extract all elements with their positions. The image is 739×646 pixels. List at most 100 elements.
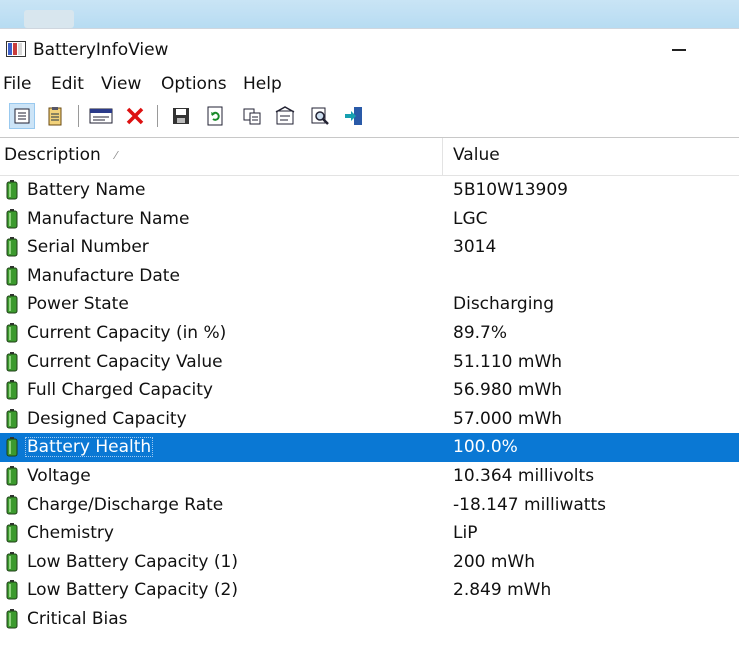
save-icon	[173, 108, 189, 124]
list-header: Description ⁄ Value	[0, 138, 739, 176]
battery-icon	[6, 265, 18, 286]
list-row[interactable]: Critical Bias	[0, 605, 739, 634]
battery-icon	[6, 208, 18, 229]
toolbar	[0, 99, 739, 138]
properties-icon	[275, 106, 295, 125]
save-button[interactable]	[168, 103, 194, 129]
clipboard-view-button[interactable]	[42, 103, 68, 129]
minimize-button[interactable]	[672, 49, 686, 51]
column-header-description[interactable]: Description	[4, 145, 101, 165]
find-icon	[311, 107, 329, 125]
row-description: Low Battery Capacity (1)	[27, 551, 238, 572]
html-report-icon	[89, 108, 113, 124]
battery-app-icon	[6, 41, 26, 57]
battery-icon	[6, 294, 18, 314]
row-value: Discharging	[453, 294, 554, 315]
list-row[interactable]: Voltage 10.364 millivolts	[0, 462, 739, 491]
toolbar-separator	[157, 105, 158, 127]
sort-indicator-icon: ⁄	[115, 149, 117, 162]
row-description: Critical Bias	[27, 608, 128, 629]
menu-file[interactable]: File	[3, 74, 31, 94]
battery-icon	[6, 465, 18, 486]
row-description: Power State	[27, 294, 129, 315]
menu-edit[interactable]: Edit	[51, 74, 84, 94]
list-row[interactable]: Serial Number 3014	[0, 233, 739, 262]
row-description: Battery Health	[25, 437, 154, 458]
row-value: 57.000 mWh	[453, 408, 563, 429]
row-value: 2.849 mWh	[453, 580, 552, 601]
properties-view-icon	[14, 108, 30, 124]
row-value: 89.7%	[453, 322, 508, 343]
list-row[interactable]: Battery Name 5B10W13909	[0, 176, 739, 205]
list-row[interactable]: Full Charged Capacity 56.980 mWh	[0, 376, 739, 405]
html-report-button[interactable]	[88, 103, 114, 129]
row-description: Manufacture Name	[27, 208, 190, 229]
row-description: Manufacture Date	[27, 265, 180, 286]
list-row[interactable]: Chemistry LiP	[0, 519, 739, 548]
list-row[interactable]: Current Capacity (in %) 89.7%	[0, 319, 739, 348]
exit-icon	[345, 107, 362, 125]
toolbar-separator	[78, 105, 79, 127]
list-row[interactable]: Power State Discharging	[0, 290, 739, 319]
battery-icon	[6, 551, 18, 572]
list-row[interactable]: Charge/Discharge Rate -18.147 milliwatts	[0, 491, 739, 520]
row-description: Designed Capacity	[27, 408, 187, 429]
battery-icon	[6, 523, 18, 543]
copy-button[interactable]	[239, 103, 265, 129]
row-description: Current Capacity Value	[27, 351, 223, 372]
battery-icon	[6, 180, 18, 200]
column-header-value[interactable]: Value	[453, 145, 500, 165]
exit-button[interactable]	[341, 103, 367, 129]
refresh-icon	[207, 106, 223, 126]
row-value: LGC	[453, 208, 488, 229]
row-description: Battery Name	[27, 180, 146, 200]
desktop-background	[0, 0, 739, 28]
menu-options[interactable]: Options	[161, 74, 227, 94]
list-row[interactable]: Manufacture Name LGC	[0, 205, 739, 234]
battery-info-list: Battery Name 5B10W13909 Manufacture Name LG…	[0, 176, 739, 634]
list-row[interactable]: Designed Capacity 57.000 mWh	[0, 405, 739, 434]
battery-icon	[6, 608, 18, 629]
row-value: 3014	[453, 237, 497, 258]
row-value: -18.147 milliwatts	[453, 494, 606, 515]
list-row[interactable]: Manufacture Date	[0, 262, 739, 291]
list-row[interactable]: Low Battery Capacity (1) 200 mWh	[0, 548, 739, 577]
battery-icon	[6, 580, 18, 600]
battery-icon	[6, 408, 18, 429]
row-value: LiP	[453, 523, 478, 544]
delete-icon	[126, 107, 144, 125]
row-value: 51.110 mWh	[453, 351, 563, 372]
menu-help[interactable]: Help	[243, 74, 282, 94]
window-title: BatteryInfoView	[33, 40, 169, 60]
row-value: 10.364 millivolts	[453, 465, 595, 486]
battery-icon	[6, 494, 18, 515]
list-row[interactable]: Current Capacity Value 51.110 mWh	[0, 348, 739, 377]
row-value: 56.980 mWh	[453, 380, 563, 401]
app-window: BatteryInfoView File Edit View Options H…	[0, 28, 739, 646]
row-description: Voltage	[27, 465, 91, 486]
row-value: 200 mWh	[453, 551, 535, 572]
properties-button[interactable]	[272, 103, 298, 129]
menu-view[interactable]: View	[101, 74, 141, 94]
row-value: 5B10W13909	[453, 180, 568, 200]
list-row[interactable]: Battery Health 100.0%	[0, 433, 739, 462]
battery-icon	[6, 322, 18, 343]
row-value: 100.0%	[453, 437, 518, 458]
title-bar: BatteryInfoView	[0, 29, 739, 71]
row-description: Full Charged Capacity	[27, 380, 213, 401]
battery-icon	[6, 351, 18, 372]
column-divider[interactable]	[442, 138, 443, 175]
refresh-button[interactable]	[202, 103, 228, 129]
clipboard-view-icon	[48, 107, 62, 126]
menu-bar: File Edit View Options Help	[0, 71, 739, 99]
row-description: Serial Number	[27, 237, 149, 258]
row-description: Charge/Discharge Rate	[27, 494, 224, 515]
row-description: Low Battery Capacity (2)	[27, 580, 238, 601]
list-row[interactable]: Low Battery Capacity (2) 2.849 mWh	[0, 576, 739, 605]
delete-button[interactable]	[122, 103, 148, 129]
find-button[interactable]	[307, 103, 333, 129]
properties-view-button[interactable]	[9, 103, 35, 129]
row-description: Chemistry	[27, 523, 114, 544]
battery-icon	[6, 437, 18, 457]
row-description: Current Capacity (in %)	[27, 322, 227, 343]
